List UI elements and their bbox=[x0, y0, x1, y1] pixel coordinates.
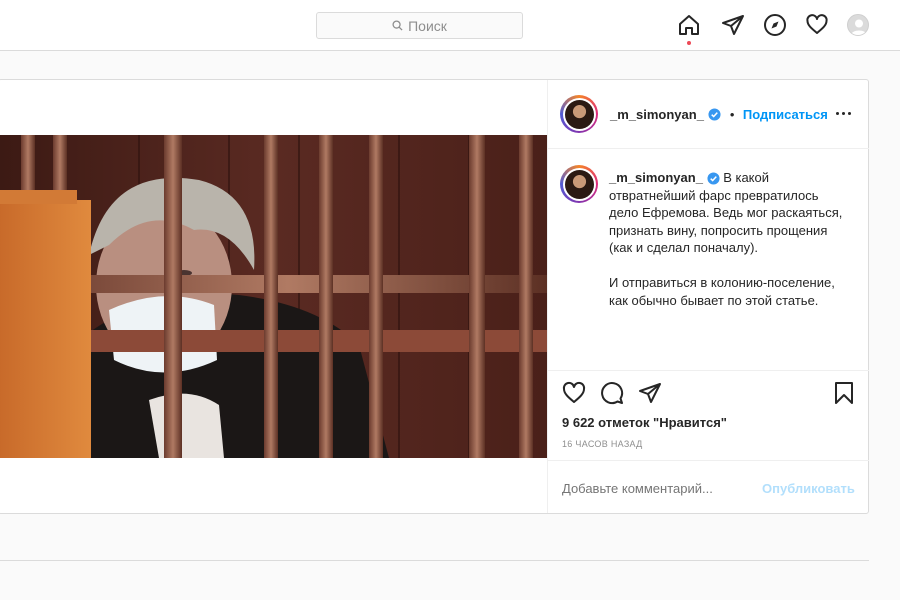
post-card: _m_simonyan_ • Подписаться _m_simonyan_ bbox=[0, 79, 869, 514]
verified-badge-icon bbox=[707, 172, 720, 185]
likes-count[interactable]: 9 622 отметок "Нравится" bbox=[562, 415, 727, 430]
like-heart-icon[interactable] bbox=[562, 381, 586, 405]
search-icon bbox=[392, 20, 403, 31]
notification-dot bbox=[687, 41, 691, 45]
author-avatar[interactable] bbox=[560, 95, 598, 133]
user-silhouette-icon bbox=[851, 19, 867, 35]
top-navbar: Поиск bbox=[0, 0, 900, 51]
direct-icon[interactable] bbox=[721, 13, 745, 37]
feed-divider bbox=[0, 560, 869, 561]
home-icon[interactable] bbox=[677, 13, 701, 37]
caption-username[interactable]: _m_simonyan_ bbox=[609, 170, 703, 185]
post-actions: 9 622 отметок "Нравится" 16 ЧАСОВ НАЗАД … bbox=[548, 370, 869, 514]
profile-avatar[interactable] bbox=[847, 14, 869, 36]
caption-avatar[interactable] bbox=[560, 165, 598, 203]
search-box[interactable]: Поиск bbox=[316, 12, 523, 39]
post-sidebar: _m_simonyan_ • Подписаться _m_simonyan_ bbox=[547, 80, 869, 514]
comment-icon[interactable] bbox=[600, 381, 624, 405]
add-comment-row: Опубликовать bbox=[548, 460, 869, 515]
courtroom-photo bbox=[0, 135, 547, 458]
share-icon[interactable] bbox=[638, 381, 662, 405]
publish-button[interactable]: Опубликовать bbox=[762, 481, 855, 496]
explore-icon[interactable] bbox=[763, 13, 787, 37]
verified-badge-icon bbox=[708, 108, 721, 121]
post-header: _m_simonyan_ • Подписаться bbox=[548, 80, 869, 149]
caption-text: _m_simonyan_ В какой отвратнейший фарс п… bbox=[609, 169, 849, 309]
bookmark-icon[interactable] bbox=[832, 381, 856, 405]
caption-paragraph-2: И отправиться в колонию-поселение, как о… bbox=[609, 275, 835, 308]
post-timestamp[interactable]: 16 ЧАСОВ НАЗАД bbox=[562, 439, 643, 449]
header-user-line: _m_simonyan_ • Подписаться bbox=[610, 106, 828, 124]
follow-button[interactable]: Подписаться bbox=[743, 107, 828, 122]
activity-heart-icon[interactable] bbox=[805, 13, 829, 37]
separator-dot: • bbox=[729, 107, 735, 122]
more-options-icon[interactable] bbox=[836, 112, 851, 115]
post-image[interactable] bbox=[0, 135, 547, 458]
author-username[interactable]: _m_simonyan_ bbox=[610, 107, 704, 122]
comment-input[interactable] bbox=[562, 481, 732, 496]
search-placeholder: Поиск bbox=[408, 17, 447, 34]
